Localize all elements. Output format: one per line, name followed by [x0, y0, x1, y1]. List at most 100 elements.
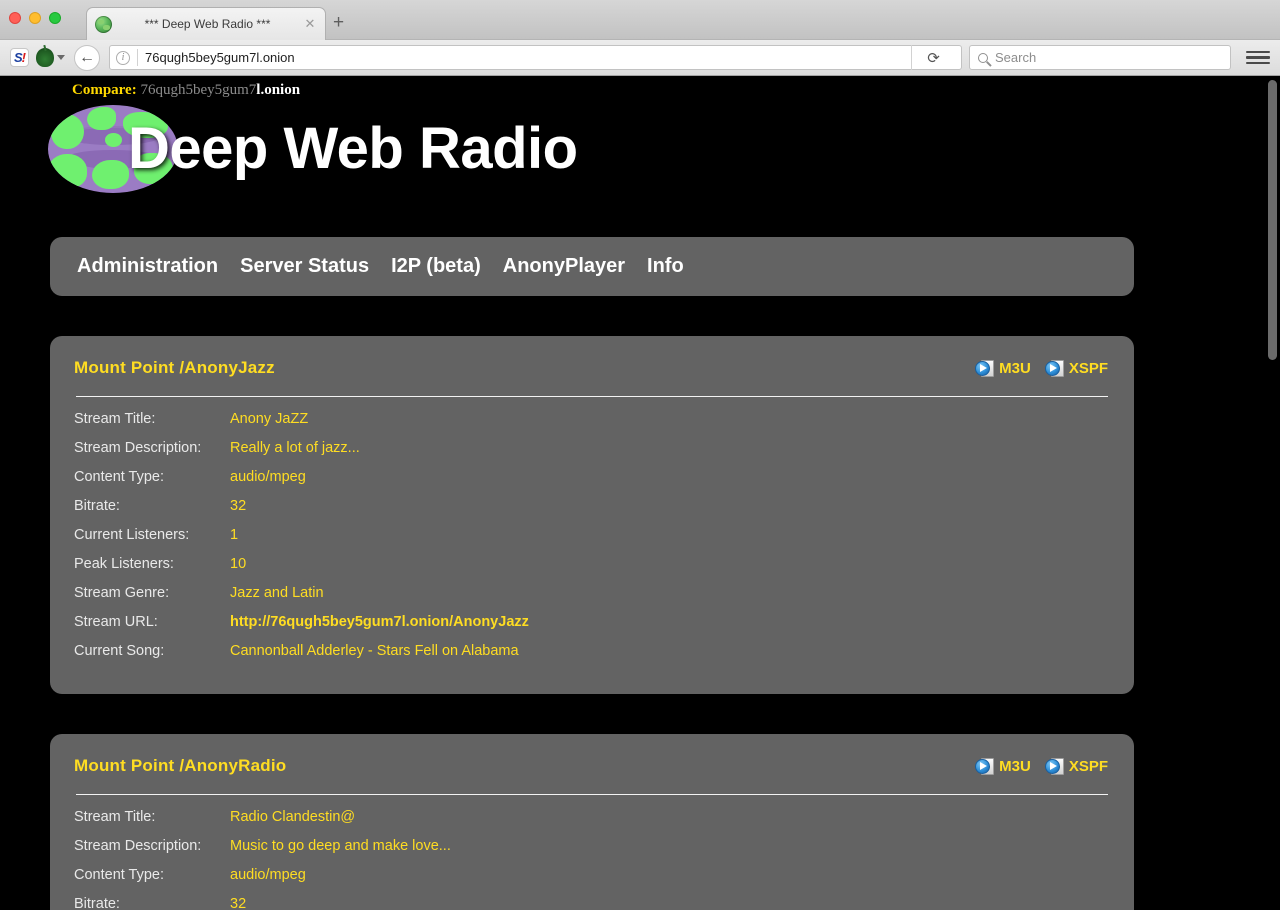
address-bar[interactable]: i 76qugh5bey5gum7l.onion ⟳ — [109, 45, 962, 70]
reload-button[interactable]: ⟳ — [911, 45, 955, 70]
divider — [76, 794, 1108, 795]
search-input[interactable]: Search — [995, 50, 1036, 65]
close-icon[interactable]: ✕ — [303, 17, 317, 31]
minimize-window-button[interactable] — [29, 12, 41, 24]
nav-item-anonyplayer[interactable]: AnonyPlayer — [492, 255, 636, 278]
mount-card-header: Mount Point /AnonyRadio M3U XSPF — [74, 756, 1108, 776]
field-label: Content Type: — [74, 469, 230, 485]
stream-details-table: Stream Title: Radio Clandestin@ Stream D… — [74, 809, 1108, 910]
table-row: Content Type: audio/mpeg — [74, 469, 1108, 498]
field-label: Stream Title: — [74, 411, 230, 427]
page-scrollbar[interactable] — [1268, 80, 1277, 360]
mount-card-header: Mount Point /AnonyJazz M3U XSPF — [74, 358, 1108, 378]
search-bar[interactable]: Search — [969, 45, 1231, 70]
field-label: Stream Description: — [74, 440, 230, 456]
field-value: Music to go deep and make love... — [230, 838, 451, 854]
field-value: Anony JaZZ — [230, 411, 308, 427]
field-label: Bitrate: — [74, 498, 230, 514]
field-value: Really a lot of jazz... — [230, 440, 360, 456]
xspf-label: XSPF — [1069, 360, 1108, 377]
play-file-icon — [975, 359, 994, 378]
play-file-icon — [1045, 757, 1064, 776]
table-row: Stream Description: Really a lot of jazz… — [74, 440, 1108, 469]
mount-point-card: Mount Point /AnonyRadio M3U XSPF — [50, 734, 1134, 910]
field-value: audio/mpeg — [230, 469, 306, 485]
stream-url-link[interactable]: http://76qugh5bey5gum7l.onion/AnonyJazz — [230, 614, 529, 630]
browser-tab[interactable]: *** Deep Web Radio *** ✕ — [86, 7, 326, 40]
field-label: Stream Genre: — [74, 585, 230, 601]
search-icon — [978, 53, 988, 63]
compare-line: Compare: 76qugh5bey5gum7l.onion — [0, 76, 1264, 99]
field-label: Current Song: — [74, 643, 230, 659]
nav-item-i2p-beta[interactable]: I2P (beta) — [380, 255, 492, 278]
new-tab-button[interactable]: + — [333, 13, 344, 32]
xspf-playlist-link[interactable]: XSPF — [1045, 757, 1108, 776]
compare-address: 76qugh5bey5gum7 — [140, 82, 256, 98]
table-row: Stream Title: Anony JaZZ — [74, 411, 1108, 440]
browser-chrome: *** Deep Web Radio *** ✕ + S! ← i 76qugh… — [0, 0, 1280, 76]
site-info-icon[interactable]: i — [116, 51, 130, 65]
back-arrow-icon: ← — [79, 50, 95, 66]
table-row: Current Song: Cannonball Adderley - Star… — [74, 643, 1108, 672]
table-row: Bitrate: 32 — [74, 498, 1108, 527]
field-value: Jazz and Latin — [230, 585, 324, 601]
page-title: Deep Web Radio — [128, 105, 578, 193]
table-row: Stream Description: Music to go deep and… — [74, 838, 1108, 867]
close-window-button[interactable] — [9, 12, 21, 24]
playlist-links: M3U XSPF — [975, 359, 1108, 378]
globe-icon — [95, 16, 112, 33]
nav-item-server-status[interactable]: Server Status — [229, 255, 380, 278]
field-value: 10 — [230, 556, 246, 572]
field-label: Bitrate: — [74, 896, 230, 910]
mount-point-card: Mount Point /AnonyJazz M3U XSPF — [50, 336, 1134, 694]
field-value: 32 — [230, 896, 246, 910]
scriptsafe-extension-icon[interactable]: S! — [10, 48, 29, 67]
table-row: Content Type: audio/mpeg — [74, 867, 1108, 896]
nav-item-info[interactable]: Info — [636, 255, 695, 278]
page-content: Compare: 76qugh5bey5gum7l.onion Deep Web… — [0, 76, 1264, 910]
field-value: Radio Clandestin@ — [230, 809, 355, 825]
masthead: Deep Web Radio — [0, 97, 1264, 207]
field-label: Stream Description: — [74, 838, 230, 854]
table-row: Stream Genre: Jazz and Latin — [74, 585, 1108, 614]
table-row: Peak Listeners: 10 — [74, 556, 1108, 585]
browser-toolbar: S! ← i 76qugh5bey5gum7l.onion ⟳ Search — [0, 40, 1280, 75]
compare-label: Compare: — [72, 82, 137, 98]
nav-item-administration[interactable]: Administration — [66, 255, 229, 278]
field-value: audio/mpeg — [230, 867, 306, 883]
chevron-down-icon — [57, 55, 65, 60]
table-row: Stream Title: Radio Clandestin@ — [74, 809, 1108, 838]
field-label: Current Listeners: — [74, 527, 230, 543]
maximize-window-button[interactable] — [49, 12, 61, 24]
m3u-label: M3U — [999, 758, 1031, 775]
torbutton-onion-icon[interactable] — [36, 48, 65, 67]
playlist-links: M3U XSPF — [975, 757, 1108, 776]
table-row: Stream URL: http://76qugh5bey5gum7l.onio… — [74, 614, 1108, 643]
field-value: 1 — [230, 527, 238, 543]
compare-tld: l.onion — [256, 82, 300, 98]
hamburger-bar — [1246, 51, 1270, 54]
m3u-playlist-link[interactable]: M3U — [975, 359, 1031, 378]
xspf-playlist-link[interactable]: XSPF — [1045, 359, 1108, 378]
field-value: 32 — [230, 498, 246, 514]
tab-title: *** Deep Web Radio *** — [112, 17, 303, 31]
field-label: Stream Title: — [74, 809, 230, 825]
field-value: Cannonball Adderley - Stars Fell on Alab… — [230, 643, 519, 659]
tab-strip: *** Deep Web Radio *** ✕ + — [0, 0, 1280, 40]
table-row: Current Listeners: 1 — [74, 527, 1108, 556]
url-input[interactable]: 76qugh5bey5gum7l.onion — [145, 50, 911, 65]
menu-button[interactable] — [1246, 51, 1270, 65]
mount-point-title: Mount Point /AnonyRadio — [74, 756, 286, 776]
onion-icon — [36, 48, 54, 67]
hamburger-bar — [1246, 62, 1270, 65]
stream-details-table: Stream Title: Anony JaZZ Stream Descript… — [74, 411, 1108, 672]
url-divider — [137, 49, 138, 66]
field-label: Peak Listeners: — [74, 556, 230, 572]
field-label: Stream URL: — [74, 614, 230, 630]
field-label: Content Type: — [74, 867, 230, 883]
main-navigation: Administration Server Status I2P (beta) … — [50, 237, 1134, 296]
page-viewport: Compare: 76qugh5bey5gum7l.onion Deep Web… — [0, 76, 1280, 910]
m3u-playlist-link[interactable]: M3U — [975, 757, 1031, 776]
m3u-label: M3U — [999, 360, 1031, 377]
back-button[interactable]: ← — [74, 45, 100, 71]
